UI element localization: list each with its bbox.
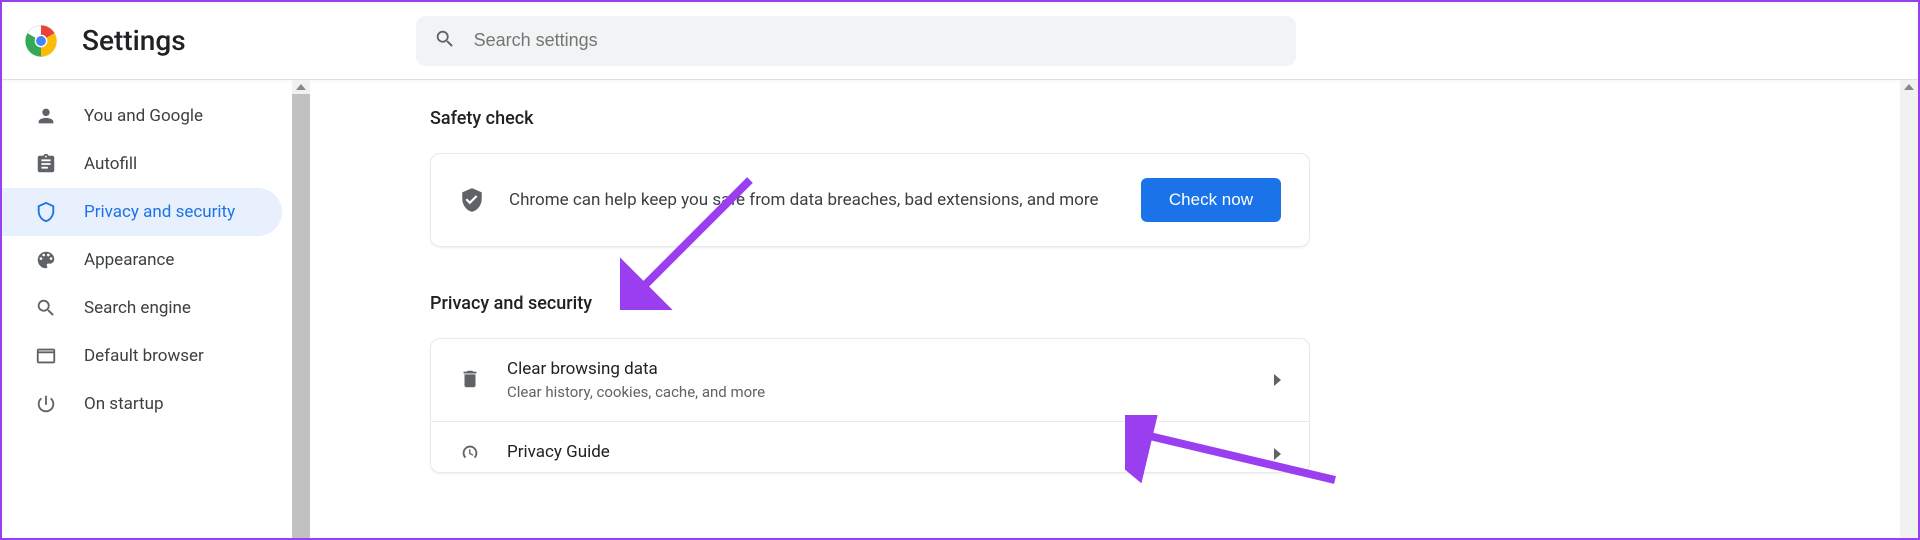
sidebar-scrollbar[interactable] (292, 80, 310, 538)
sidebar-item-search-engine[interactable]: Search engine (2, 284, 310, 332)
sidebar-item-privacy-and-security[interactable]: Privacy and security (2, 188, 282, 236)
safety-check-card: Chrome can help keep you safe from data … (430, 153, 1310, 247)
sidebar-item-label: You and Google (84, 106, 203, 126)
chevron-right-icon (1274, 374, 1281, 386)
sidebar-item-autofill[interactable]: Autofill (2, 140, 310, 188)
sidebar-item-label: Autofill (84, 154, 137, 174)
privacy-security-title: Privacy and security (430, 293, 1918, 314)
sidebar-item-appearance[interactable]: Appearance (2, 236, 310, 284)
browser-icon (34, 344, 58, 368)
search-icon (434, 28, 474, 54)
shield-icon (34, 200, 58, 224)
chevron-right-icon (1274, 448, 1281, 460)
clipboard-icon (34, 152, 58, 176)
sidebar-item-label: Default browser (84, 346, 204, 366)
page-title: Settings (82, 24, 186, 57)
content-scrollbar[interactable] (1900, 80, 1918, 538)
sidebar-item-label: Privacy and security (84, 202, 235, 222)
content-area: Safety check Chrome can help keep you sa… (310, 80, 1918, 538)
safety-check-title: Safety check (430, 108, 1918, 129)
sidebar-item-you-and-google[interactable]: You and Google (2, 92, 310, 140)
header-bar: Settings (2, 2, 1918, 80)
row-privacy-guide[interactable]: Privacy Guide (431, 422, 1309, 472)
sidebar-item-default-browser[interactable]: Default browser (2, 332, 310, 380)
safety-check-description: Chrome can help keep you safe from data … (509, 190, 1141, 210)
palette-icon (34, 248, 58, 272)
privacy-security-card: Clear browsing data Clear history, cooki… (430, 338, 1310, 473)
person-icon (34, 104, 58, 128)
search-settings-box[interactable] (416, 16, 1296, 66)
scroll-up-icon[interactable] (296, 84, 306, 90)
sidebar-item-on-startup[interactable]: On startup (2, 380, 310, 428)
row-clear-browsing-data[interactable]: Clear browsing data Clear history, cooki… (431, 339, 1309, 422)
sidebar-scrollbar-thumb[interactable] (292, 94, 310, 538)
shield-check-icon (459, 187, 485, 213)
check-now-button[interactable]: Check now (1141, 178, 1281, 222)
scroll-up-icon[interactable] (1904, 84, 1914, 90)
trash-icon (459, 368, 483, 392)
sidebar: You and Google Autofill Privacy and secu… (2, 80, 310, 538)
search-icon (34, 296, 58, 320)
row-title: Clear browsing data (507, 359, 1274, 379)
power-icon (34, 392, 58, 416)
sidebar-item-label: On startup (84, 394, 164, 414)
sidebar-item-label: Appearance (84, 250, 174, 270)
row-subtitle: Clear history, cookies, cache, and more (507, 383, 1274, 401)
search-input[interactable] (474, 30, 1278, 51)
chrome-logo-icon (24, 24, 58, 58)
gauge-icon (459, 442, 483, 466)
sidebar-item-label: Search engine (84, 298, 191, 318)
row-title: Privacy Guide (507, 442, 1274, 462)
